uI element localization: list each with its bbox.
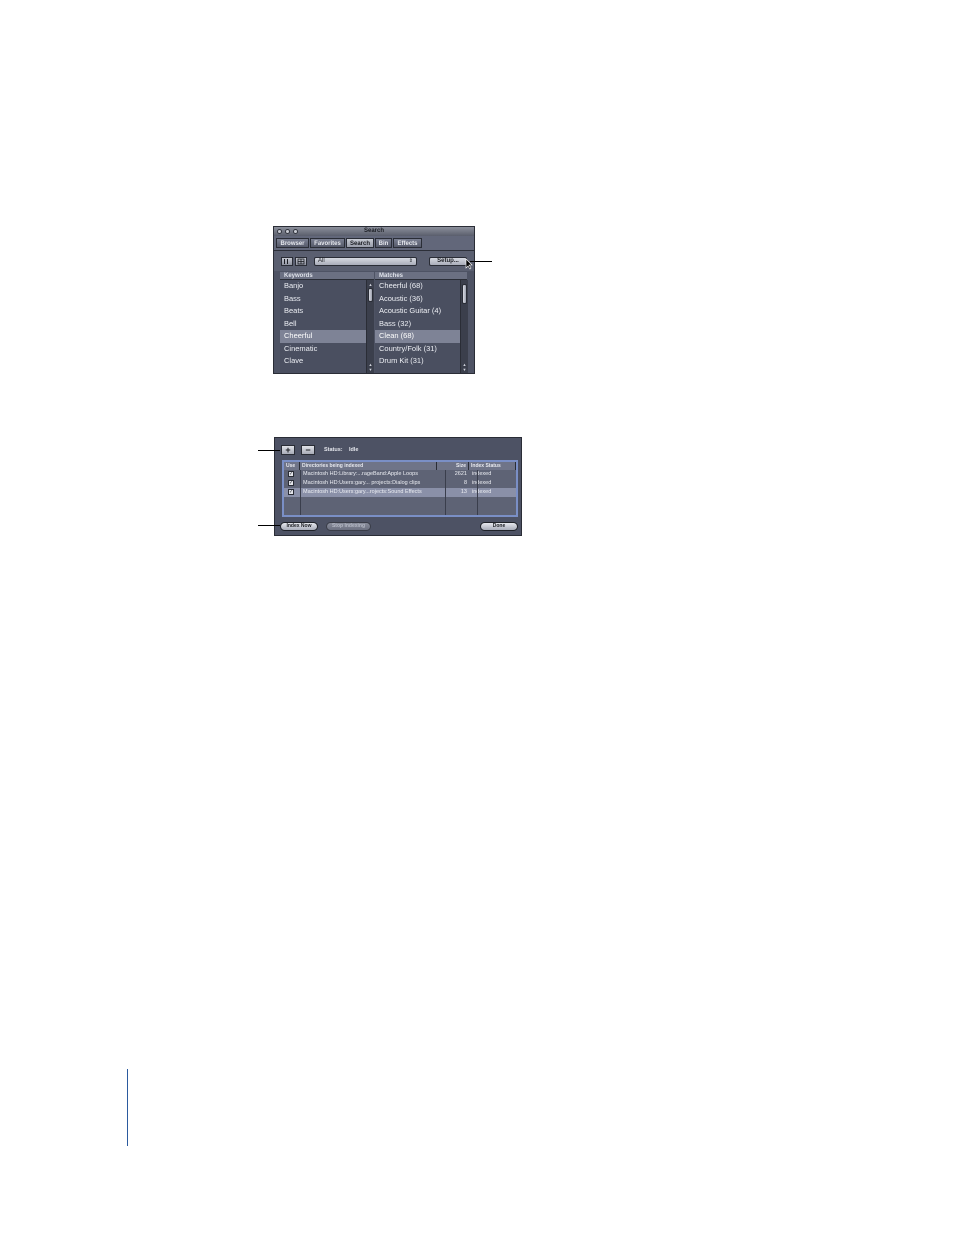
- callout-line-index-now: [258, 525, 280, 526]
- table-row[interactable]: ✓ Macintosh HD:Users:gary... projects:Di…: [284, 479, 516, 488]
- minus-icon[interactable]: −: [301, 445, 315, 455]
- directory-size: 8: [463, 480, 467, 486]
- tab-effects[interactable]: Effects: [393, 238, 422, 248]
- page-margin-rule: [127, 1069, 128, 1146]
- index-status: indexed: [472, 471, 492, 477]
- match-item[interactable]: Country/Folk (31): [375, 343, 460, 356]
- directory-size: 13: [460, 489, 467, 495]
- keyword-item-bell[interactable]: Bell: [280, 318, 366, 331]
- match-item[interactable]: Cheerful (68): [375, 280, 460, 293]
- directory-size: 2621: [454, 471, 467, 477]
- index-now-button[interactable]: Index Now: [280, 522, 318, 531]
- matches-list: Cheerful (68) Acoustic (36) Acoustic Gui…: [375, 280, 460, 373]
- table-row[interactable]: ✓ Macintosh HD:Library:...rageBand:Apple…: [284, 470, 516, 479]
- status-value: Idle: [349, 447, 359, 453]
- search-controls: All ⇕ Setup...: [274, 251, 474, 271]
- matches-column-header[interactable]: Matches: [375, 272, 467, 280]
- scroll-up-icon[interactable]: ▲: [367, 282, 374, 287]
- search-window: Search Browser Favorites Search Bin Effe…: [273, 226, 475, 374]
- use-checkbox[interactable]: ✓: [288, 489, 294, 495]
- matches-scrollbar[interactable]: ▲ ▼: [460, 280, 468, 373]
- callout-line-setup: [470, 261, 492, 262]
- keyword-item-bass[interactable]: Bass: [280, 293, 366, 306]
- keyword-item-cheerful[interactable]: Cheerful: [280, 330, 366, 343]
- keywords-list: Banjo Bass Beats Bell Cheerful Cinematic…: [280, 280, 366, 373]
- window-title: Search: [363, 228, 384, 234]
- keyword-item-beats[interactable]: Beats: [280, 305, 366, 318]
- tab-browser[interactable]: Browser: [276, 238, 309, 248]
- keywords-scrollbar[interactable]: ▲ ▲ ▼: [366, 280, 374, 373]
- tab-search[interactable]: Search: [346, 238, 374, 248]
- status-label: Status:: [324, 447, 343, 453]
- updown-arrows-icon: ⇕: [408, 258, 413, 264]
- indexing-window: + − Status: Idle Use Directories being i…: [274, 437, 522, 536]
- match-item-selected[interactable]: Clean (68): [375, 330, 460, 343]
- column-divider: [300, 470, 301, 515]
- keyword-item-banjo[interactable]: Banjo: [280, 280, 366, 293]
- matches-scroll-thumb[interactable]: [462, 284, 467, 304]
- scroll-down-icon[interactable]: ▼: [461, 367, 468, 372]
- filter-select-value: All: [318, 258, 325, 264]
- column-header-index-status[interactable]: Index Status: [469, 462, 516, 470]
- setup-button[interactable]: Setup...: [429, 257, 467, 266]
- use-checkbox[interactable]: ✓: [288, 480, 294, 486]
- directory-path: Macintosh HD:Users:gary...rojects:Sound …: [303, 489, 422, 495]
- match-item[interactable]: Acoustic Guitar (4): [375, 305, 460, 318]
- grid-view-icon[interactable]: [295, 257, 307, 266]
- keywords-column-header[interactable]: Keywords: [280, 272, 374, 280]
- column-divider: [477, 470, 478, 515]
- indexed-directories-table: Use Directories being indexed Size Index…: [282, 460, 518, 517]
- tab-bar: Browser Favorites Search Bin Effects: [274, 236, 474, 251]
- mouse-pointer-icon: [465, 258, 473, 270]
- column-header-use[interactable]: Use: [284, 462, 300, 470]
- match-item[interactable]: Acoustic (36): [375, 293, 460, 306]
- match-item[interactable]: Drum Kit (31): [375, 355, 460, 368]
- stop-indexing-button[interactable]: Stop Indexing: [326, 522, 371, 531]
- tab-favorites[interactable]: Favorites: [310, 238, 345, 248]
- column-divider: [445, 470, 446, 515]
- column-header-size[interactable]: Size: [437, 462, 469, 470]
- directory-path: Macintosh HD:Users:gary... projects:Dial…: [303, 480, 421, 486]
- done-button[interactable]: Done: [480, 522, 518, 531]
- filter-select[interactable]: All ⇕: [314, 257, 417, 266]
- keyword-item-clave[interactable]: Clave: [280, 355, 366, 368]
- callout-line-add: [258, 450, 280, 451]
- directory-path: Macintosh HD:Library:...rageBand:Apple L…: [303, 471, 418, 477]
- index-status: indexed: [472, 489, 492, 495]
- use-checkbox[interactable]: ✓: [288, 471, 294, 477]
- index-status: indexed: [472, 480, 492, 486]
- plus-icon[interactable]: +: [281, 445, 295, 455]
- match-item[interactable]: Bass (32): [375, 318, 460, 331]
- keyword-item-cinematic[interactable]: Cinematic: [280, 343, 366, 356]
- table-row-selected[interactable]: ✓ Macintosh HD:Users:gary...rojects:Soun…: [284, 488, 516, 497]
- column-header-directories[interactable]: Directories being indexed: [300, 462, 437, 470]
- keywords-scroll-thumb[interactable]: [368, 288, 373, 302]
- list-view-icon[interactable]: [281, 257, 293, 266]
- scroll-down-icon[interactable]: ▼: [367, 367, 374, 372]
- tab-bin[interactable]: Bin: [375, 238, 392, 248]
